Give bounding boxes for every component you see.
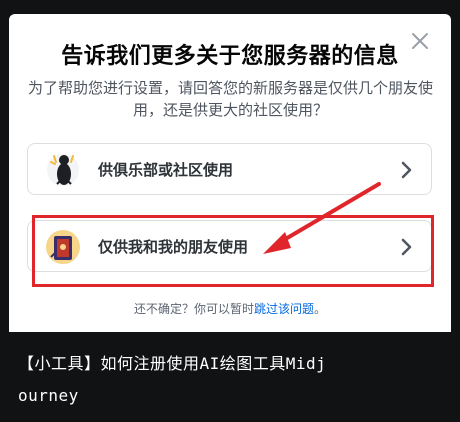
club-community-icon bbox=[47, 154, 79, 186]
dialog-title: 告诉我们更多关于您服务器的信息 bbox=[61, 44, 399, 69]
dialog-subtitle: 为了帮助您进行设置，请回答您的新服务器是仅供几个朋友使用，还是供更大的社区使用？ bbox=[28, 79, 434, 119]
skip-question-link[interactable]: 跳过该问题 bbox=[254, 302, 314, 316]
option-label: 供俱乐部或社区使用 bbox=[98, 161, 234, 179]
chevron-right-icon bbox=[401, 161, 412, 179]
caption: 【小工具】如何注册使用AI绘图工具Midj ourney bbox=[18, 348, 438, 412]
caption-line-1: 【小工具】如何注册使用AI绘图工具Midj bbox=[18, 354, 327, 373]
footer-suffix: 。 bbox=[314, 302, 327, 316]
footer-prefix: 还不确定？你可以暂时 bbox=[133, 302, 254, 316]
caption-line-2: ourney bbox=[18, 386, 79, 405]
pointer-arrow bbox=[263, 182, 381, 254]
footer-text: 还不确定？你可以暂时跳过该问题。 bbox=[0, 300, 460, 317]
